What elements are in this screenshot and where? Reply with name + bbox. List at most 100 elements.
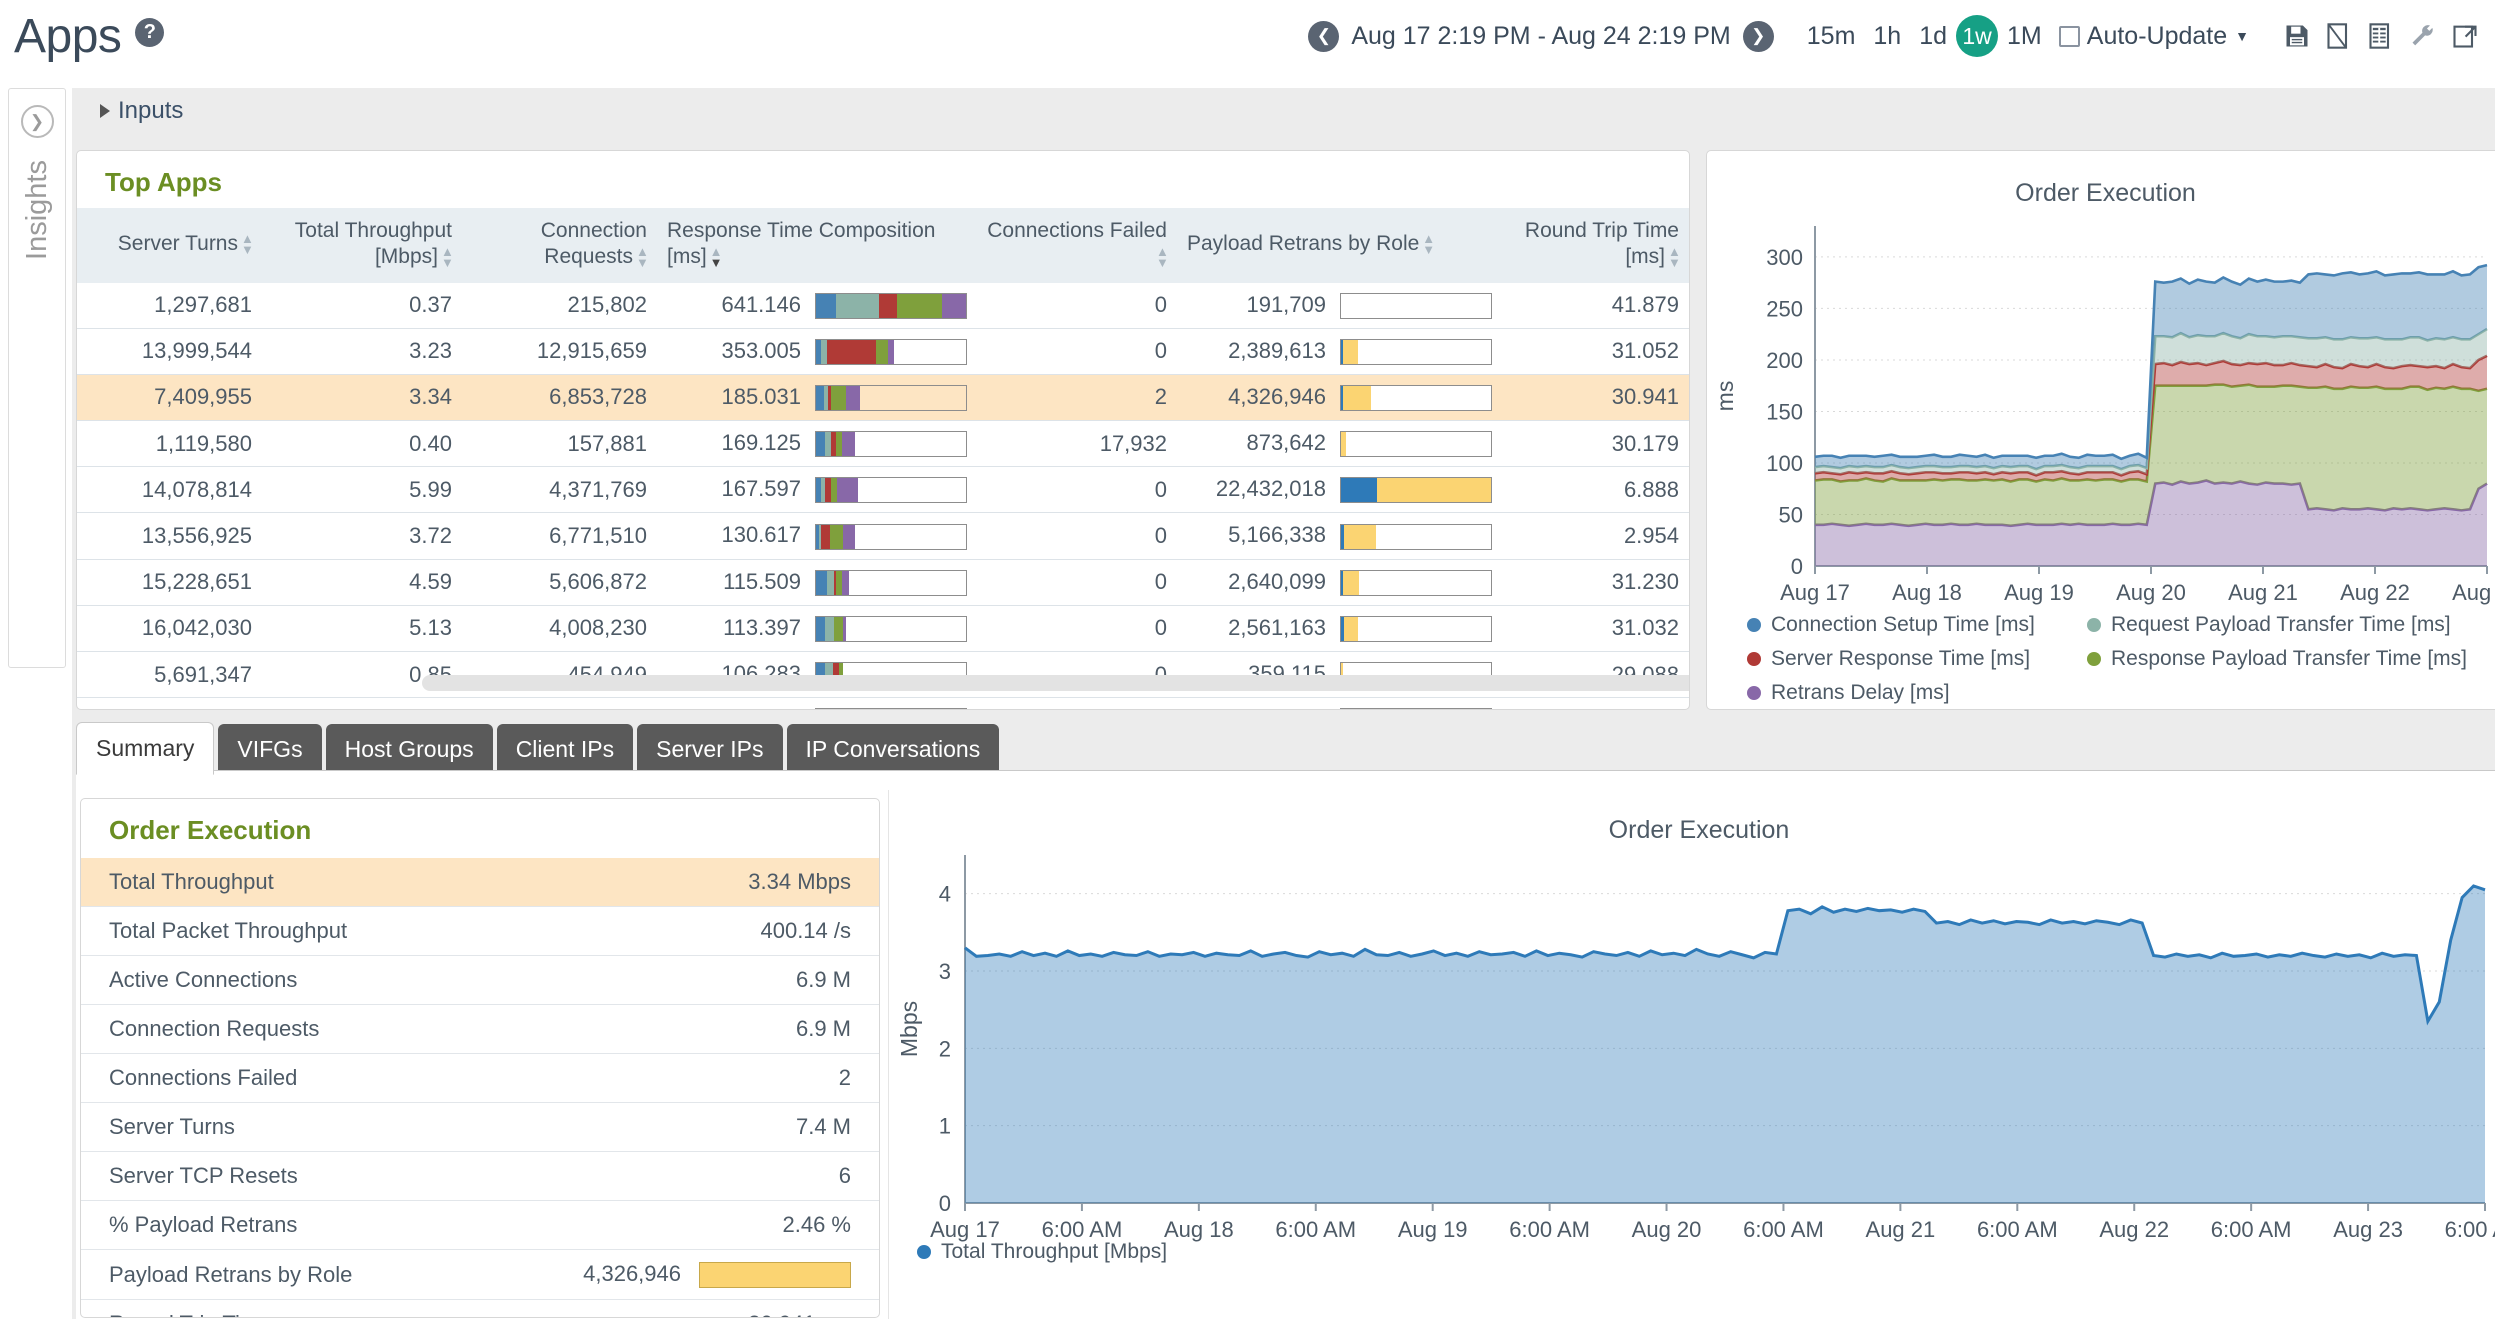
insights-sidebar[interactable]: ❯ Insights xyxy=(8,88,66,668)
rtc-value: 353.005 xyxy=(721,338,801,363)
cell-server_turns: 13,556,925 xyxy=(77,513,262,559)
tab-server-ips[interactable]: Server IPs xyxy=(637,724,782,775)
stacked-chart-plot[interactable]: 050100150200250300msAug 17Aug 18Aug 19Au… xyxy=(1707,208,2495,633)
rtc-segment xyxy=(843,525,855,549)
rtc-value: 115.509 xyxy=(723,569,801,594)
range-pick-1w[interactable]: 1w xyxy=(1956,15,1998,57)
legend-label: Server Response Time [ms] xyxy=(1771,647,2030,671)
range-pick-1d[interactable]: 1d xyxy=(1910,22,1956,51)
summary-row[interactable]: Total Packet Throughput400.14 /s xyxy=(81,907,879,956)
cell-payload-retrans-by-role: 22,432,018 xyxy=(1177,467,1502,513)
svg-text:6:00 AM: 6:00 AM xyxy=(1977,1217,2058,1242)
cell-conn_failed: 0 xyxy=(977,605,1177,651)
summary-metric-value: 400.14 /s xyxy=(464,907,879,956)
column-header-round-trip-time-ms[interactable]: Round Trip Time [ms]▲▼ xyxy=(1502,208,1689,283)
column-header-connections-failed[interactable]: Connections Failed▲▼ xyxy=(977,208,1177,283)
table-row[interactable]: 7,409,9553.346,853,728185.03124,326,9463… xyxy=(77,374,1689,420)
chevron-down-icon[interactable]: ▼ xyxy=(2235,28,2249,44)
legend-item[interactable]: Request Payload Transfer Time [ms] xyxy=(2087,613,2487,637)
table-row[interactable]: 14,078,8145.994,371,769167.597022,432,01… xyxy=(77,467,1689,513)
date-range-label[interactable]: Aug 17 2:19 PM - Aug 24 2:19 PM xyxy=(1351,22,1730,51)
legend-label: Response Payload Transfer Time [ms] xyxy=(2111,647,2467,671)
help-icon[interactable]: ? xyxy=(135,18,164,47)
sort-indicator-icon[interactable]: ▲▼ xyxy=(710,247,721,268)
next-range-button[interactable]: ❯ xyxy=(1743,21,1774,52)
sort-indicator-icon[interactable]: ▲▼ xyxy=(1668,247,1679,268)
triangle-right-icon xyxy=(100,104,110,118)
auto-update-toggle[interactable]: Auto-Update ▼ xyxy=(2059,22,2249,51)
cell-response-time-composition: 0 xyxy=(657,698,977,710)
tab-ip-conversations[interactable]: IP Conversations xyxy=(787,724,1000,775)
inputs-expander[interactable]: Inputs xyxy=(100,97,183,125)
stacked-area-svg: 050100150200250300msAug 17Aug 18Aug 19Au… xyxy=(1707,208,2495,628)
tab-vifgs[interactable]: VIFGs xyxy=(218,724,321,775)
wrench-icon[interactable] xyxy=(2409,21,2437,51)
table-row[interactable]: 16,042,0305.134,008,230113.39702,561,163… xyxy=(77,605,1689,651)
column-header-connection-requests[interactable]: Connection Requests▲▼ xyxy=(462,208,657,283)
column-header-payload-retrans-by-role[interactable]: Payload Retrans by Role▲▼ xyxy=(1177,208,1502,283)
prev-range-button[interactable]: ❮ xyxy=(1308,21,1339,52)
legend-item[interactable]: Connection Setup Time [ms] xyxy=(1747,613,2087,637)
range-pick-15m[interactable]: 15m xyxy=(1798,22,1865,51)
retrans-bar xyxy=(1340,339,1492,365)
table-row[interactable]: 1,297,6810.37215,802641.1460191,70941.87… xyxy=(77,283,1689,329)
summary-row[interactable]: Server TCP Resets6 xyxy=(81,1152,879,1201)
summary-metric-value: 30.941 ms xyxy=(464,1300,879,1318)
svg-text:200: 200 xyxy=(1766,348,1803,373)
retrans-value: 0 xyxy=(1314,707,1326,710)
auto-update-checkbox[interactable] xyxy=(2059,26,2080,47)
summary-row[interactable]: Total Throughput3.34 Mbps xyxy=(81,858,879,907)
summary-row[interactable]: Payload Retrans by Role4,326,946 xyxy=(81,1250,879,1300)
sort-indicator-icon[interactable]: ▲▼ xyxy=(1422,234,1433,255)
tab-host-groups[interactable]: Host Groups xyxy=(326,724,493,775)
svg-text:Aug 19: Aug 19 xyxy=(2004,580,2074,605)
cell-conn_requests: 215,802 xyxy=(462,283,657,329)
range-pick-1h[interactable]: 1h xyxy=(1864,22,1910,51)
table-row[interactable]: 00.480000 xyxy=(77,698,1689,710)
throughput-chart-legend: Total Throughput [Mbps] xyxy=(917,1240,1167,1274)
table-row[interactable]: 1,119,5800.40157,881169.12517,932873,642… xyxy=(77,421,1689,467)
horizontal-scrollbar[interactable] xyxy=(422,675,1690,691)
rtc-value: 169.125 xyxy=(721,430,801,455)
legend-label: Connection Setup Time [ms] xyxy=(1771,613,2035,637)
summary-row[interactable]: % Payload Retrans2.46 % xyxy=(81,1201,879,1250)
table-row[interactable]: 13,999,5443.2312,915,659353.00502,389,61… xyxy=(77,328,1689,374)
summary-row[interactable]: Active Connections6.9 M xyxy=(81,956,879,1005)
save-icon[interactable] xyxy=(2283,21,2311,51)
retrans-bar xyxy=(1340,708,1492,710)
chevron-right-circle-icon[interactable]: ❯ xyxy=(21,105,54,138)
rtc-segment xyxy=(837,478,858,502)
open-external-icon[interactable] xyxy=(2451,21,2479,51)
column-header-response-time-composition-ms[interactable]: Response Time Composition [ms]▲▼ xyxy=(657,208,977,283)
spreadsheet-export-icon[interactable] xyxy=(2367,21,2395,51)
tab-client-ips[interactable]: Client IPs xyxy=(497,724,633,775)
table-row[interactable]: 13,556,9253.726,771,510130.61705,166,338… xyxy=(77,513,1689,559)
retrans-value: 191,709 xyxy=(1246,292,1326,317)
cell-rtt: 2.954 xyxy=(1502,513,1689,559)
cell-response-time-composition: 641.146 xyxy=(657,283,977,329)
summary-row[interactable]: Connections Failed2 xyxy=(81,1054,879,1103)
sort-indicator-icon[interactable]: ▲▼ xyxy=(441,247,452,268)
legend-item[interactable]: Total Throughput [Mbps] xyxy=(917,1240,1167,1264)
sort-indicator-icon[interactable]: ▲▼ xyxy=(241,234,252,255)
throughput-chart-plot[interactable]: 01234MbpsAug 176:00 AMAug 186:00 AMAug 1… xyxy=(895,845,2495,1270)
sort-indicator-icon[interactable]: ▲▼ xyxy=(1156,247,1167,268)
legend-item[interactable]: Response Payload Transfer Time [ms] xyxy=(2087,647,2487,671)
summary-metric-value: 7.4 M xyxy=(464,1103,879,1152)
legend-item[interactable]: Retrans Delay [ms] xyxy=(1747,681,2087,705)
summary-row[interactable]: Server Turns7.4 M xyxy=(81,1103,879,1152)
tab-summary[interactable]: Summary xyxy=(76,722,214,775)
summary-row[interactable]: Round Trip Time30.941 ms xyxy=(81,1300,879,1318)
table-row[interactable]: 15,228,6514.595,606,872115.50902,640,099… xyxy=(77,559,1689,605)
range-pick-1M[interactable]: 1M xyxy=(1998,22,2051,51)
summary-row[interactable]: Connection Requests6.9 M xyxy=(81,1005,879,1054)
pdf-export-icon[interactable] xyxy=(2325,21,2353,51)
rtc-segment xyxy=(827,340,877,364)
svg-text:300: 300 xyxy=(1766,245,1803,270)
sort-indicator-icon[interactable]: ▲▼ xyxy=(636,247,647,268)
legend-item[interactable]: Server Response Time [ms] xyxy=(1747,647,2087,671)
column-header-server-turns[interactable]: Server Turns▲▼ xyxy=(77,208,262,283)
stacked-chart-legend: Connection Setup Time [ms] Server Respons… xyxy=(1747,613,2495,710)
cell-throughput: 3.72 xyxy=(262,513,462,559)
column-header-total-throughput-mbps[interactable]: Total Throughput [Mbps]▲▼ xyxy=(262,208,462,283)
